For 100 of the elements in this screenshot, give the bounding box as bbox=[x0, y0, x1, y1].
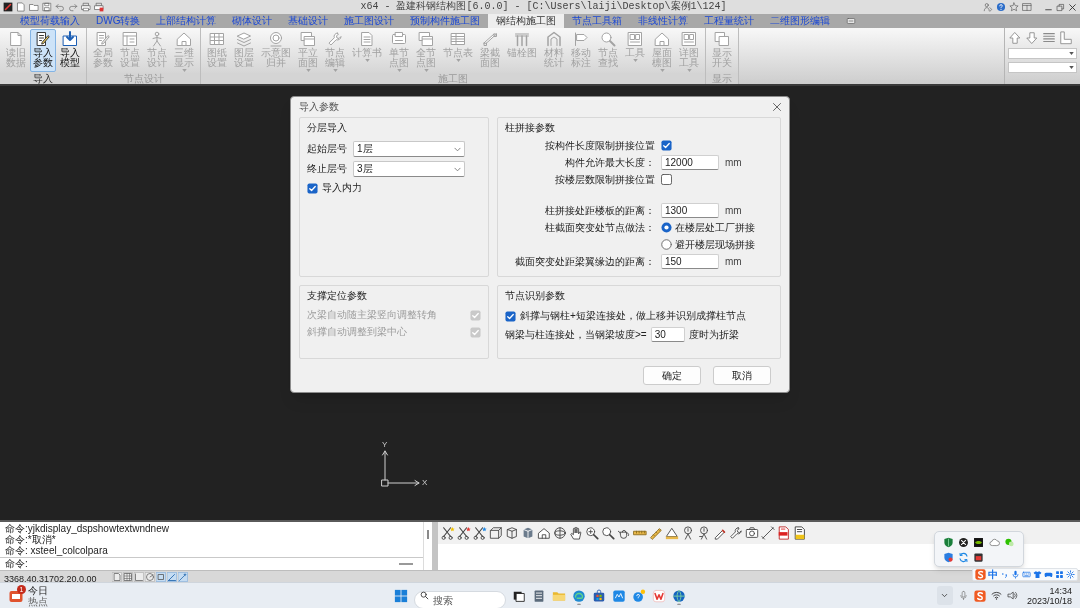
scissors-star-icon[interactable] bbox=[473, 526, 487, 540]
checkbox[interactable] bbox=[505, 310, 516, 322]
undo-icon[interactable] bbox=[55, 2, 65, 12]
app-logo-icon[interactable] bbox=[3, 2, 13, 12]
triangle-icon[interactable] bbox=[665, 526, 679, 540]
printer-icon[interactable] bbox=[81, 2, 91, 12]
zoom-in-icon[interactable] bbox=[585, 526, 599, 540]
square-icon[interactable] bbox=[156, 571, 166, 582]
scissors-star-icon[interactable] bbox=[441, 526, 455, 540]
polar-icon[interactable] bbox=[145, 571, 155, 582]
zigzag-app-icon[interactable] bbox=[652, 588, 666, 605]
close-icon[interactable] bbox=[1068, 2, 1077, 12]
corner-icon[interactable] bbox=[134, 571, 144, 582]
command-input[interactable]: 命令: bbox=[0, 558, 399, 569]
pencil-icon[interactable] bbox=[713, 526, 727, 540]
house-icon[interactable] bbox=[537, 526, 551, 540]
dialog-button[interactable]: 确定 bbox=[643, 366, 701, 385]
settings-icon[interactable] bbox=[1066, 570, 1075, 579]
redo-icon[interactable] bbox=[68, 2, 78, 12]
radio-button[interactable] bbox=[661, 222, 672, 233]
scissors-star-icon[interactable] bbox=[457, 526, 471, 540]
menu-tab[interactable]: 上部结构计算 bbox=[148, 14, 225, 28]
user-icon[interactable] bbox=[983, 2, 993, 12]
dropdown-field[interactable] bbox=[1008, 48, 1077, 59]
up-arrow-icon[interactable] bbox=[1008, 31, 1022, 45]
checkbox[interactable] bbox=[661, 174, 672, 185]
checkbox[interactable] bbox=[307, 182, 318, 194]
sparkle-icon[interactable] bbox=[178, 571, 188, 582]
wireframe-cube-icon[interactable] bbox=[489, 526, 503, 540]
wave-app-icon[interactable] bbox=[612, 588, 626, 605]
dialog-button[interactable]: 取消 bbox=[713, 366, 771, 385]
text-field[interactable]: 12000 bbox=[661, 155, 719, 170]
notepad-icon[interactable] bbox=[532, 588, 546, 605]
menu-tab[interactable]: DWG转换 bbox=[88, 14, 149, 28]
text-field[interactable]: 30 bbox=[650, 327, 685, 342]
dimension-line-icon[interactable] bbox=[761, 526, 775, 540]
angle-icon[interactable] bbox=[167, 571, 177, 582]
news-title[interactable]: 今日 bbox=[28, 584, 48, 596]
scrollbar-thumb[interactable] bbox=[427, 530, 429, 539]
clock-time[interactable]: 14:34 bbox=[1049, 585, 1072, 596]
help-icon[interactable] bbox=[996, 2, 1006, 12]
stacked-lines-icon[interactable] bbox=[1042, 31, 1056, 45]
keyboard-icon[interactable] bbox=[1022, 570, 1031, 579]
ribbon-button[interactable]: 导入模型 bbox=[57, 29, 83, 72]
punctuation-icon[interactable] bbox=[1000, 570, 1009, 579]
wrench-icon[interactable] bbox=[729, 526, 743, 540]
dropdown-field[interactable] bbox=[1008, 62, 1077, 73]
menu-tab[interactable]: 二维图形编辑 bbox=[762, 14, 839, 28]
camera-icon[interactable] bbox=[745, 526, 759, 540]
folder-icon[interactable] bbox=[29, 2, 39, 12]
document-icon[interactable] bbox=[793, 526, 807, 540]
menu-tab[interactable]: 基础设计 bbox=[280, 14, 337, 28]
menu-tab[interactable]: 节点工具箱 bbox=[564, 14, 631, 28]
l-shape-icon[interactable] bbox=[1059, 31, 1073, 45]
clock-date[interactable]: 2023/10/18 bbox=[1026, 595, 1072, 606]
ime-logo-icon[interactable] bbox=[975, 569, 986, 580]
menu-tab[interactable]: 模型荷载输入 bbox=[12, 14, 88, 28]
magnifier-icon[interactable] bbox=[601, 526, 615, 540]
close-icon[interactable] bbox=[773, 103, 781, 111]
windows-logo-icon[interactable] bbox=[394, 588, 408, 603]
dropdown-field[interactable]: 1层 bbox=[353, 141, 465, 157]
grid-icon[interactable] bbox=[1055, 570, 1064, 579]
grid-icon[interactable] bbox=[123, 571, 133, 582]
wireframe-cube-icon[interactable] bbox=[505, 526, 519, 540]
text-field[interactable]: 1300 bbox=[661, 203, 719, 218]
layout-icon[interactable] bbox=[1022, 2, 1032, 12]
gamepad-icon[interactable] bbox=[1044, 570, 1053, 579]
help-app-icon[interactable] bbox=[632, 588, 646, 605]
menu-tab[interactable]: 钢结构施工图 bbox=[488, 14, 565, 28]
compass-icon[interactable] bbox=[681, 526, 695, 540]
globe-app-icon[interactable] bbox=[672, 588, 686, 605]
menu-tab[interactable]: 非线性计算 bbox=[630, 14, 697, 28]
dropdown-field[interactable]: 3层 bbox=[353, 161, 465, 177]
wifi-icon[interactable] bbox=[990, 590, 1002, 601]
ime-logo-icon[interactable] bbox=[973, 589, 986, 602]
compass-icon[interactable] bbox=[697, 526, 711, 540]
page-icon[interactable] bbox=[112, 571, 122, 582]
menu-tab[interactable]: 施工图设计 bbox=[336, 14, 403, 28]
restore-icon[interactable] bbox=[1056, 2, 1065, 12]
speaker-icon[interactable] bbox=[1006, 590, 1018, 601]
browser-icon[interactable] bbox=[572, 588, 586, 605]
microphone-icon[interactable] bbox=[957, 590, 969, 601]
pdf-document-icon[interactable] bbox=[777, 526, 791, 540]
ribbon-button[interactable]: 导入参数 bbox=[30, 29, 56, 72]
text-field[interactable]: 150 bbox=[661, 254, 719, 269]
checkbox[interactable] bbox=[661, 140, 672, 151]
radio-button[interactable] bbox=[661, 239, 672, 250]
save-icon[interactable] bbox=[42, 2, 52, 12]
star-icon[interactable] bbox=[1009, 2, 1019, 12]
ime-mode[interactable]: 中 bbox=[988, 569, 998, 580]
set-square-icon[interactable] bbox=[649, 526, 663, 540]
panel-toggle-icon[interactable] bbox=[846, 16, 857, 26]
down-arrow-icon[interactable] bbox=[1025, 31, 1039, 45]
shirt-icon[interactable] bbox=[1033, 570, 1042, 579]
globe-icon[interactable] bbox=[553, 526, 567, 540]
menu-tab[interactable]: 工程量统计 bbox=[696, 14, 763, 28]
cube-icon[interactable] bbox=[521, 526, 535, 540]
search-field[interactable]: 搜索 bbox=[414, 591, 506, 608]
microphone-icon[interactable] bbox=[1011, 570, 1020, 579]
menu-tab[interactable]: 砌体设计 bbox=[224, 14, 281, 28]
